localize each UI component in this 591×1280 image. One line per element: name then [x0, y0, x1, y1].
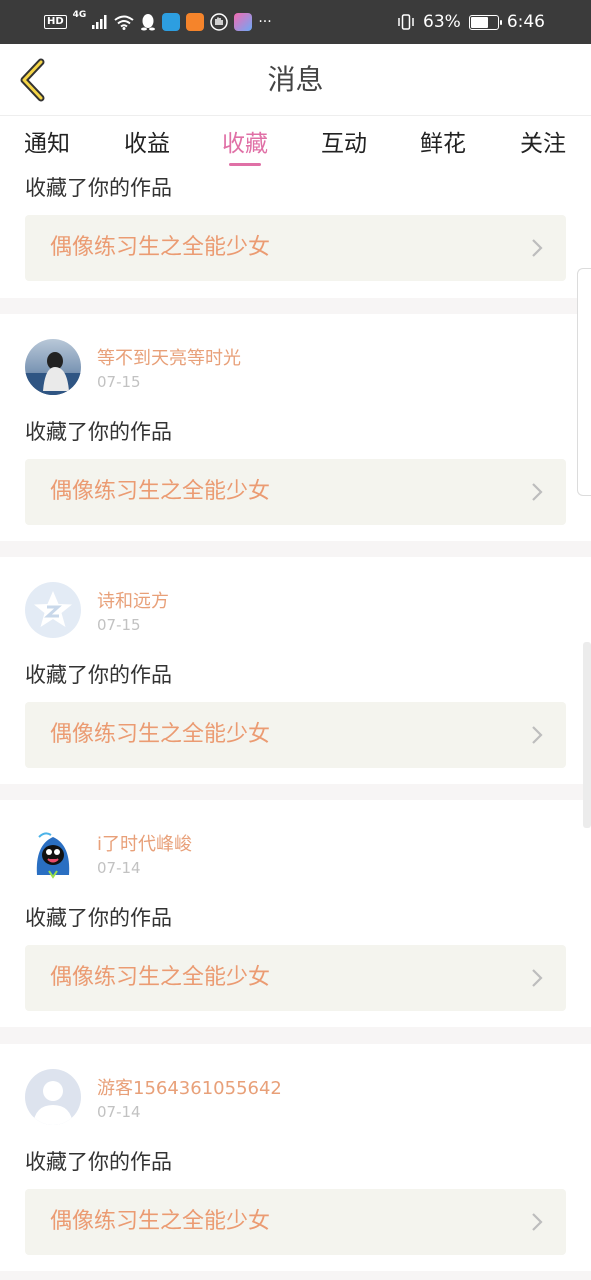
date: 07-14	[97, 859, 141, 877]
list-item: 诗和远方 07-15 收藏了你的作品 偶像练习生之全能少女	[0, 557, 591, 784]
vibrate-icon	[397, 14, 415, 30]
cartoon-avatar-icon	[36, 832, 70, 879]
user-avatar[interactable]	[25, 339, 81, 395]
date: 07-15	[97, 373, 141, 391]
page-title: 消息	[267, 63, 324, 96]
app-header: 消息	[0, 44, 591, 116]
action-text: 收藏了你的作品	[25, 420, 172, 444]
scrollbar[interactable]	[583, 642, 591, 828]
username[interactable]: i了时代峰峻	[97, 830, 192, 856]
list-item: 游客1564361055642 07-14 收藏了你的作品 偶像练习生之全能少女	[0, 1044, 591, 1271]
date: 07-14	[97, 1103, 141, 1121]
tab-earnings[interactable]: 收益	[124, 124, 170, 158]
tab-favorites[interactable]: 收藏	[222, 124, 268, 158]
chevron-right-icon	[532, 483, 543, 501]
work-link[interactable]: 偶像练习生之全能少女	[25, 215, 566, 281]
hd-icon: HD	[44, 15, 67, 29]
chevron-right-icon	[532, 1213, 543, 1231]
work-link[interactable]: 偶像练习生之全能少女	[25, 459, 566, 525]
more-notifications-icon: ···	[258, 14, 272, 30]
date: 07-15	[97, 616, 141, 634]
signal-icon	[92, 15, 108, 29]
status-bar-right: 63% 6:46	[397, 0, 545, 44]
user-avatar[interactable]	[25, 825, 81, 881]
username[interactable]: 诗和远方	[97, 587, 169, 613]
clock: 6:46	[506, 12, 545, 32]
work-title: 偶像练习生之全能少女	[50, 479, 271, 504]
action-text: 收藏了你的作品	[25, 1150, 172, 1174]
network-type-label: 4G	[72, 10, 87, 20]
chevron-right-icon	[532, 969, 543, 987]
guest-avatar-icon	[33, 1081, 73, 1125]
tab-bar: 通知 收益 收藏 互动 鲜花 关注	[0, 116, 591, 168]
battery-icon	[468, 14, 502, 30]
work-link[interactable]: 偶像练习生之全能少女	[25, 945, 566, 1011]
work-title: 偶像练习生之全能少女	[50, 722, 271, 747]
favorites-feed: 收藏了你的作品 偶像练习生之全能少女 等不到天亮等时光 07-15 收藏了你的作…	[0, 168, 591, 1280]
user-avatar[interactable]	[25, 582, 81, 638]
side-pull-handle[interactable]	[577, 268, 591, 496]
app-blue-icon	[162, 13, 181, 31]
battery-level-fill	[470, 16, 489, 28]
hand-icon	[210, 13, 229, 31]
active-tab-indicator	[229, 163, 261, 166]
app-orange-icon	[186, 13, 205, 31]
action-text: 收藏了你的作品	[25, 176, 172, 200]
chevron-right-icon	[532, 239, 543, 257]
tab-follows[interactable]: 关注	[520, 124, 566, 158]
list-item: i了时代峰峻 07-14 收藏了你的作品 偶像练习生之全能少女	[0, 800, 591, 1027]
work-title: 偶像练习生之全能少女	[50, 965, 271, 990]
default-star-avatar-icon	[34, 591, 72, 627]
app-gallery-icon	[234, 13, 253, 31]
qq-icon	[140, 13, 156, 31]
tab-notifications[interactable]: 通知	[24, 124, 70, 158]
status-bar: HD 4G ··· 63% 6:46	[0, 0, 591, 44]
action-text: 收藏了你的作品	[25, 906, 172, 930]
list-item: 等不到天亮等时光 07-15 收藏了你的作品 偶像练习生之全能少女	[0, 314, 591, 541]
chevron-right-icon	[532, 726, 543, 744]
work-title: 偶像练习生之全能少女	[50, 235, 271, 260]
work-link[interactable]: 偶像练习生之全能少女	[25, 1189, 566, 1255]
work-link[interactable]: 偶像练习生之全能少女	[25, 702, 566, 768]
tab-flowers[interactable]: 鲜花	[420, 124, 466, 158]
username[interactable]: 游客1564361055642	[97, 1074, 282, 1100]
tab-interactions[interactable]: 互动	[321, 124, 367, 158]
status-bar-left: HD 4G ···	[44, 0, 272, 44]
username[interactable]: 等不到天亮等时光	[97, 344, 241, 370]
battery-percent: 63%	[423, 12, 461, 32]
action-text: 收藏了你的作品	[25, 663, 172, 687]
work-title: 偶像练习生之全能少女	[50, 1209, 271, 1234]
user-avatar[interactable]	[25, 1069, 81, 1125]
list-item: 收藏了你的作品 偶像练习生之全能少女	[0, 168, 591, 298]
photo-avatar-icon	[25, 352, 81, 395]
wifi-icon	[114, 15, 134, 30]
